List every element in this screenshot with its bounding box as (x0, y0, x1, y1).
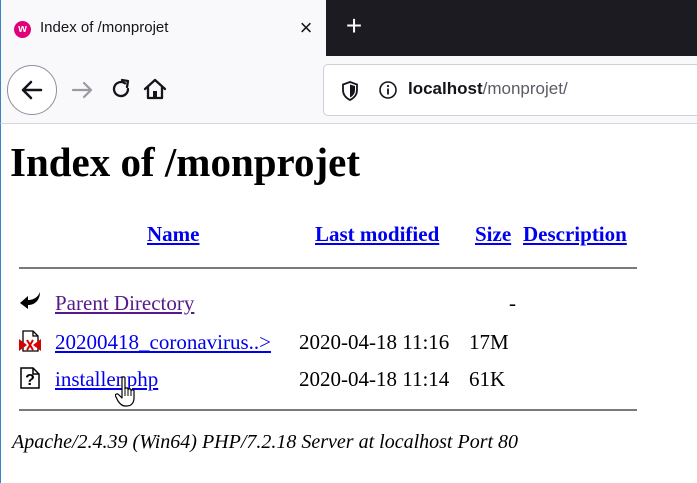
new-tab-button[interactable]: + (340, 12, 368, 40)
tab-close-icon[interactable]: × (294, 16, 318, 40)
server-signature: Apache/2.4.39 (Win64) PHP/7.2.18 Server … (12, 431, 519, 453)
unknown-file-icon: ? (20, 367, 40, 389)
hand-pointer-cursor-icon (115, 376, 135, 407)
header-divider (19, 267, 637, 269)
back-arrow-icon (20, 292, 40, 309)
home-icon[interactable] (141, 75, 169, 103)
file-modified-date: 2020-04-18 11:16 (299, 330, 450, 354)
file-link-parent-directory[interactable]: Parent Directory (55, 291, 194, 316)
tab-strip: w Index of /monprojet × + (0, 0, 697, 56)
url-path: /monprojet/ (482, 79, 568, 98)
file-size: 17M (469, 330, 509, 354)
page-content: Index of /monprojet Name Last modified S… (0, 124, 697, 483)
navigation-bar: localhost/monprojet/ (0, 56, 697, 124)
reload-icon[interactable] (108, 76, 134, 102)
file-size: 61K (469, 367, 506, 391)
column-header-description[interactable]: Description (523, 222, 627, 247)
url-text[interactable]: localhost/monprojet/ (408, 79, 568, 99)
pdf-file-icon (19, 330, 41, 352)
back-button[interactable] (7, 65, 57, 115)
file-link-pdf[interactable]: 20200418_coronavirus..> (55, 330, 271, 355)
column-header-size[interactable]: Size (475, 222, 511, 247)
column-header-last-modified[interactable]: Last modified (315, 222, 439, 247)
column-header-name[interactable]: Name (147, 222, 199, 247)
tab-title: Index of /monprojet (40, 19, 169, 36)
svg-text:?: ? (25, 372, 35, 389)
url-bar[interactable]: localhost/monprojet/ (323, 64, 697, 116)
footer-divider (19, 409, 637, 411)
page-title: Index of /monprojet (10, 139, 361, 185)
wamp-favicon-icon: w (14, 21, 31, 38)
back-arrow-icon (21, 80, 43, 100)
site-info-icon[interactable] (378, 80, 398, 100)
tab-active[interactable]: w Index of /monprojet × (0, 0, 326, 56)
file-size: - (509, 291, 516, 315)
file-link-installer-php[interactable]: installer.php (55, 367, 158, 392)
forward-arrow-icon[interactable] (69, 77, 95, 103)
file-modified-date: 2020-04-18 11:14 (299, 367, 450, 391)
url-host: localhost (408, 79, 483, 98)
tracking-protection-shield-icon[interactable] (340, 80, 360, 102)
